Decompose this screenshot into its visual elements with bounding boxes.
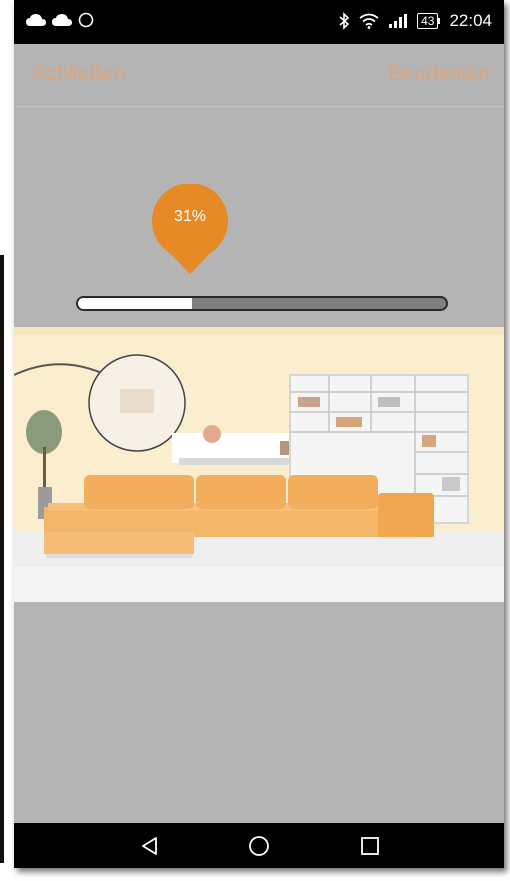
living-room-image bbox=[14, 327, 504, 602]
close-button[interactable]: Schließen bbox=[32, 62, 125, 86]
recents-icon[interactable] bbox=[359, 835, 381, 857]
signal-icon bbox=[389, 14, 408, 28]
slider-value-label: 31% bbox=[173, 208, 207, 225]
navigation-bar bbox=[14, 823, 504, 868]
status-right-icons: 43 22:04 bbox=[338, 11, 492, 31]
status-time: 22:04 bbox=[449, 11, 492, 30]
sync-icon bbox=[78, 12, 94, 28]
slider-fill bbox=[78, 298, 193, 309]
top-bar: Schließen Bearbeiten bbox=[14, 44, 504, 107]
battery-level: 43 bbox=[417, 13, 439, 29]
slider-track[interactable] bbox=[76, 296, 448, 311]
battery-icon: 43 bbox=[417, 13, 441, 29]
slider-value-bubble[interactable]: 31% bbox=[151, 183, 231, 278]
cloud-icon bbox=[26, 14, 46, 26]
status-left-icons bbox=[26, 12, 94, 28]
phone-screen: 43 22:04 Schließen Bearbeiten 31% bbox=[14, 0, 504, 868]
cloud-icon bbox=[52, 14, 72, 26]
edit-button[interactable]: Bearbeiten bbox=[388, 62, 490, 86]
window-edge bbox=[0, 255, 4, 863]
status-bar: 43 22:04 bbox=[14, 0, 504, 44]
home-icon[interactable] bbox=[248, 835, 270, 857]
bubble-shape bbox=[152, 183, 228, 274]
wifi-icon bbox=[359, 13, 379, 29]
bluetooth-icon bbox=[339, 12, 350, 30]
back-icon[interactable] bbox=[139, 835, 161, 857]
